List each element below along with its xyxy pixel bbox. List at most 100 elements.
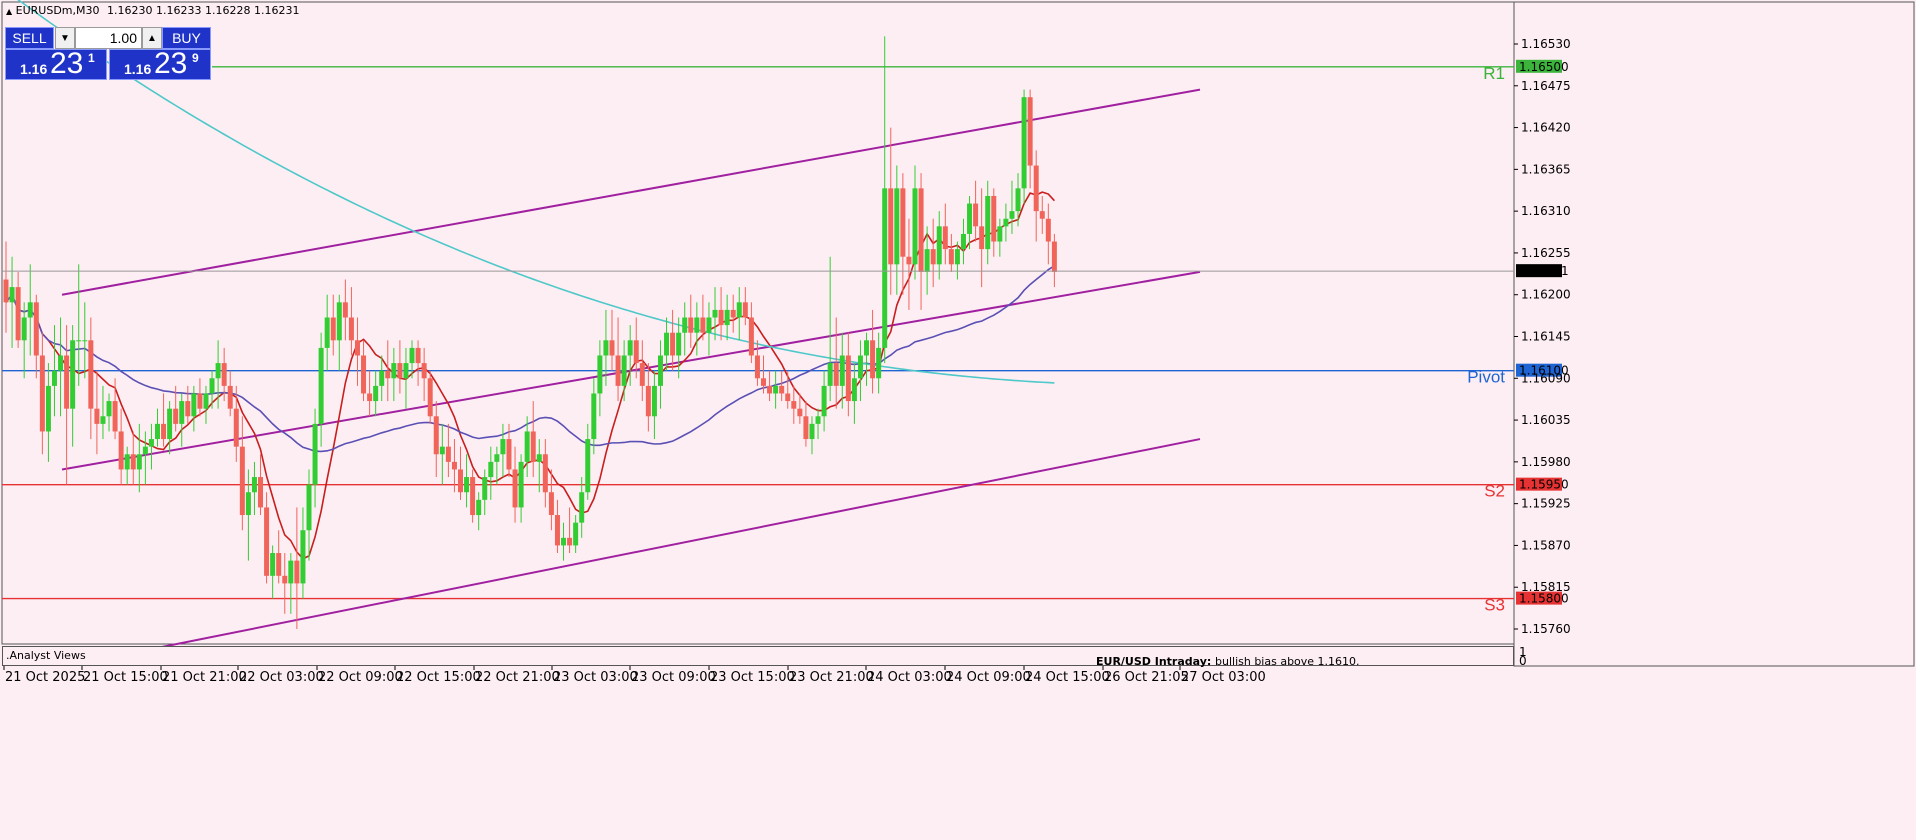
candle-body bbox=[621, 355, 627, 386]
time-tick-label: 22 Oct 09:00 bbox=[318, 670, 403, 685]
candle-body bbox=[136, 454, 142, 470]
candle-body bbox=[797, 408, 803, 417]
price-tick-label: 1.15980 bbox=[1521, 455, 1571, 469]
candle-body bbox=[488, 461, 494, 478]
candle-body bbox=[300, 530, 306, 584]
candle-body bbox=[985, 195, 991, 250]
candle-body bbox=[379, 370, 385, 386]
candle-body bbox=[506, 439, 512, 470]
candle-body bbox=[997, 226, 1003, 242]
candle-body bbox=[936, 226, 942, 265]
candle-body bbox=[857, 355, 863, 379]
lot-increase-icon[interactable]: ▲ bbox=[142, 27, 162, 49]
candle-body bbox=[615, 355, 621, 386]
candle-body bbox=[118, 431, 124, 470]
candle-body bbox=[221, 363, 227, 386]
candle-body bbox=[791, 401, 797, 409]
candle-body bbox=[500, 439, 506, 455]
candle-body bbox=[845, 355, 851, 402]
price-tick-label: 1.15925 bbox=[1521, 497, 1571, 511]
sell-quote[interactable]: 1.16 23 1 bbox=[5, 47, 107, 80]
candle-body bbox=[124, 454, 130, 470]
candle-body bbox=[445, 446, 451, 462]
candle-body bbox=[433, 416, 439, 455]
candle-body bbox=[354, 340, 360, 356]
candle-body bbox=[439, 446, 445, 455]
candle-body bbox=[645, 385, 651, 417]
lot-size-input[interactable] bbox=[75, 27, 142, 49]
sell-price-fraction: 1 bbox=[88, 51, 95, 65]
candle-body bbox=[815, 416, 821, 424]
candle-body bbox=[397, 363, 403, 379]
one-click-trading-panel: SELL ▼ ▲ BUY 1.16 23 1 1.16 23 9 bbox=[5, 27, 211, 80]
candle-body bbox=[276, 553, 282, 576]
candle-body bbox=[579, 492, 585, 523]
candle-body bbox=[39, 355, 45, 432]
candle-body bbox=[730, 309, 736, 318]
candle-body bbox=[512, 469, 518, 508]
candle-body bbox=[458, 469, 463, 493]
candle-body bbox=[106, 401, 112, 417]
candle-body bbox=[76, 340, 82, 342]
candle-body bbox=[597, 355, 603, 394]
candle-body bbox=[282, 575, 288, 584]
candle-body bbox=[754, 355, 760, 379]
candle-body bbox=[924, 249, 930, 272]
price-tick-label: 1.16365 bbox=[1521, 162, 1571, 176]
candle-body bbox=[494, 454, 500, 462]
candle-body bbox=[942, 226, 948, 250]
buy-price-fraction: 9 bbox=[192, 51, 199, 65]
sell-button[interactable]: SELL bbox=[5, 27, 54, 49]
candle-body bbox=[3, 279, 9, 303]
sell-price-pips: 23 bbox=[50, 47, 84, 80]
buy-button[interactable]: BUY bbox=[162, 27, 211, 49]
candle-body bbox=[906, 256, 912, 265]
candle-body bbox=[476, 499, 482, 516]
candle-body bbox=[239, 446, 245, 516]
candle-body bbox=[482, 477, 488, 500]
candle-body bbox=[664, 332, 670, 356]
candle-body bbox=[373, 385, 379, 402]
candle-body bbox=[706, 317, 712, 333]
candle-body bbox=[33, 302, 39, 356]
candle-body bbox=[736, 302, 742, 318]
time-tick-label: 21 Oct 21:00 bbox=[162, 670, 247, 685]
candle-body bbox=[100, 416, 106, 424]
candle-body bbox=[70, 340, 76, 409]
candle-body bbox=[851, 378, 857, 402]
lot-decrease-icon[interactable]: ▼ bbox=[55, 27, 75, 49]
candle-body bbox=[979, 226, 985, 250]
candle-body bbox=[45, 385, 51, 432]
level-label-s2: S2 bbox=[1484, 482, 1505, 501]
candle-body bbox=[882, 188, 888, 348]
time-tick-label: 26 Oct 21:05 bbox=[1104, 670, 1189, 685]
candle-body bbox=[94, 408, 100, 424]
analyst-views-subwindow[interactable]: .Analyst Views EUR/USD Intraday: bullish… bbox=[2, 646, 1514, 668]
candle-body bbox=[870, 340, 876, 379]
analyst-message-title: EUR/USD Intraday: bbox=[1096, 655, 1212, 668]
buy-quote[interactable]: 1.16 23 9 bbox=[109, 47, 211, 80]
candle-body bbox=[700, 317, 706, 333]
candle-body bbox=[967, 203, 973, 234]
candle-body bbox=[676, 332, 682, 356]
candle-body bbox=[742, 302, 748, 318]
candle-body bbox=[427, 378, 433, 417]
price-tick-label: 1.15760 bbox=[1521, 622, 1571, 636]
level-price-label-r1: 1.16500 bbox=[1519, 60, 1569, 74]
price-tick-label: 1.16310 bbox=[1521, 204, 1571, 218]
candle-body bbox=[318, 347, 324, 424]
collapse-triangle-icon[interactable]: ▲ bbox=[6, 7, 12, 16]
candle-body bbox=[518, 461, 524, 508]
candle-body bbox=[888, 188, 894, 265]
candle-body bbox=[542, 454, 548, 493]
time-tick-label: 22 Oct 03:00 bbox=[239, 670, 324, 685]
candle-body bbox=[173, 408, 179, 424]
candle-body bbox=[639, 363, 645, 386]
price-tick-label: 1.16475 bbox=[1521, 79, 1571, 93]
time-tick-label: 24 Oct 09:00 bbox=[946, 670, 1031, 685]
candle-body bbox=[748, 317, 754, 356]
price-chart[interactable]: R1 1.16500Pivot 1.16100S2 1.15950S3 1.15800 … bbox=[0, 0, 1916, 840]
candle-body bbox=[385, 370, 391, 379]
sell-price-base: 1.16 bbox=[20, 61, 48, 77]
candle-body bbox=[197, 393, 203, 409]
